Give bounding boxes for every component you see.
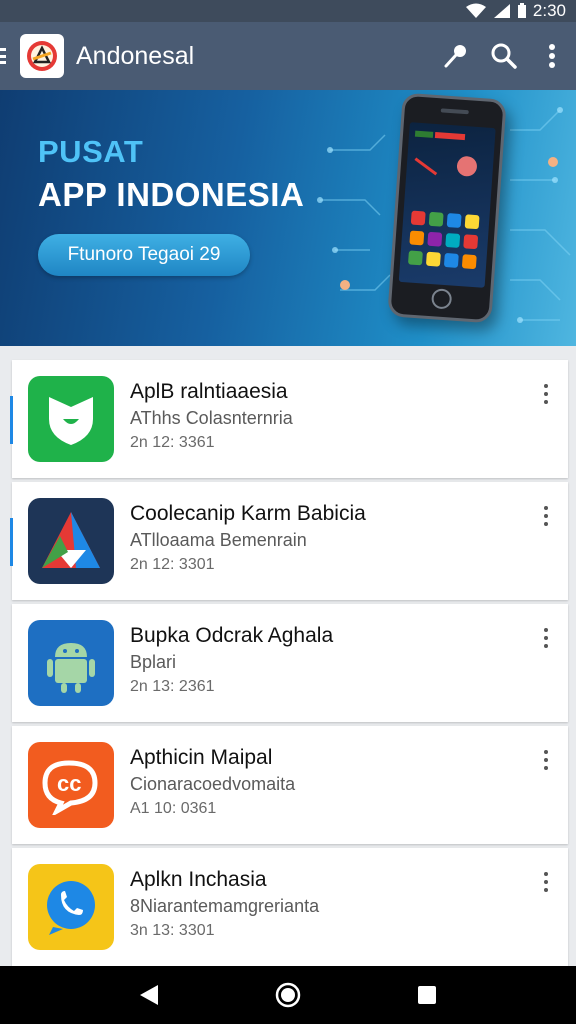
selection-accent bbox=[10, 396, 13, 444]
app-meta: 2n 12: 3301 bbox=[130, 556, 215, 573]
recents-icon bbox=[417, 986, 436, 1004]
microphone-icon bbox=[444, 45, 466, 68]
item-more-button[interactable] bbox=[538, 626, 554, 650]
app-logo bbox=[20, 34, 64, 78]
search-icon bbox=[491, 43, 517, 69]
app-meta: 2n 12: 3361 bbox=[130, 434, 215, 451]
phone-screen-apps bbox=[408, 130, 480, 269]
item-more-button[interactable] bbox=[538, 870, 554, 894]
app-meta: 3n 13: 3301 bbox=[130, 922, 215, 939]
app-list-item[interactable]: Coolecanip Karm Babicia ATlloaama Bemenra… bbox=[10, 482, 568, 600]
app-bar: Andonesal bbox=[0, 22, 576, 90]
search-button[interactable] bbox=[480, 32, 528, 80]
recents-button[interactable] bbox=[403, 971, 451, 1019]
battery-icon bbox=[517, 3, 526, 18]
home-icon bbox=[275, 982, 301, 1008]
app-meta: A1 10: 0361 bbox=[130, 800, 217, 817]
app-list-item[interactable]: Bupka Odcrak Aghala Bplari 2n 13: 2361 bbox=[12, 604, 568, 722]
app-name: Bupka Odcrak Aghala bbox=[130, 624, 334, 647]
app-list-item[interactable]: cc Apthicin Maipal Cionaracoedvomaita A1 10… bbox=[12, 726, 568, 844]
wifi-icon bbox=[465, 3, 486, 18]
home-button[interactable] bbox=[264, 971, 312, 1019]
app-subtitle: Bplari bbox=[130, 652, 177, 672]
item-more-button[interactable] bbox=[538, 504, 554, 528]
phone-illustration bbox=[387, 92, 507, 324]
app-list-item[interactable]: AplB ralntiaaesia AThhs Colasnternria 2n 1… bbox=[10, 360, 568, 478]
item-more-button[interactable] bbox=[538, 748, 554, 772]
app-name: Aplkn Inchasia bbox=[130, 868, 267, 891]
app-subtitle: AThhs Colasnternria bbox=[130, 408, 293, 428]
voice-search-button[interactable] bbox=[432, 32, 480, 80]
app-subtitle: ATlloaama Bemenrain bbox=[130, 530, 307, 550]
android-icon bbox=[28, 620, 114, 706]
app-list: AplB ralntiaaesia AThhs Colasnternria 2n 1… bbox=[10, 360, 568, 970]
back-icon bbox=[140, 985, 159, 1005]
status-time: 2:30 bbox=[532, 1, 566, 20]
item-more-button[interactable] bbox=[538, 382, 554, 406]
app-name: Coolecanip Karm Babicia bbox=[130, 502, 366, 525]
app-subtitle: 8Niarantemamgrerianta bbox=[130, 896, 320, 916]
overflow-menu-button[interactable] bbox=[528, 32, 576, 80]
selection-accent bbox=[10, 518, 13, 566]
signal-icon bbox=[493, 4, 510, 18]
triangle-app-icon bbox=[28, 498, 114, 584]
banner-cta-button[interactable]: Ftunoro Tegaoi 29 bbox=[38, 234, 250, 276]
shield-app-icon bbox=[28, 376, 114, 462]
promo-banner[interactable]: PUSAT APP INDONESIA Ftunoro Tegaoi 29 bbox=[0, 90, 576, 346]
logo-icon bbox=[27, 41, 57, 71]
app-list-item[interactable]: Aplkn Inchasia 8Niarantemamgrerianta 3n 13… bbox=[12, 848, 568, 966]
system-nav-bar bbox=[0, 966, 576, 1024]
app-name: AplB ralntiaaesia bbox=[130, 380, 288, 403]
chat-c-icon: cc bbox=[28, 742, 114, 828]
status-bar: 2:30 bbox=[0, 0, 576, 22]
drawer-handle-icon[interactable] bbox=[0, 44, 8, 68]
back-button[interactable] bbox=[125, 971, 173, 1019]
more-vertical-icon bbox=[549, 44, 555, 68]
app-name: Apthicin Maipal bbox=[130, 746, 273, 769]
app-title: Andonesal bbox=[76, 41, 195, 70]
app-meta: 2n 13: 2361 bbox=[130, 678, 215, 695]
banner-pretitle: PUSAT bbox=[38, 134, 144, 169]
app-subtitle: Cionaracoedvomaita bbox=[130, 774, 296, 794]
banner-title: APP INDONESIA bbox=[38, 176, 305, 213]
phone-chat-icon bbox=[28, 864, 114, 950]
svg-text:cc: cc bbox=[57, 771, 81, 796]
